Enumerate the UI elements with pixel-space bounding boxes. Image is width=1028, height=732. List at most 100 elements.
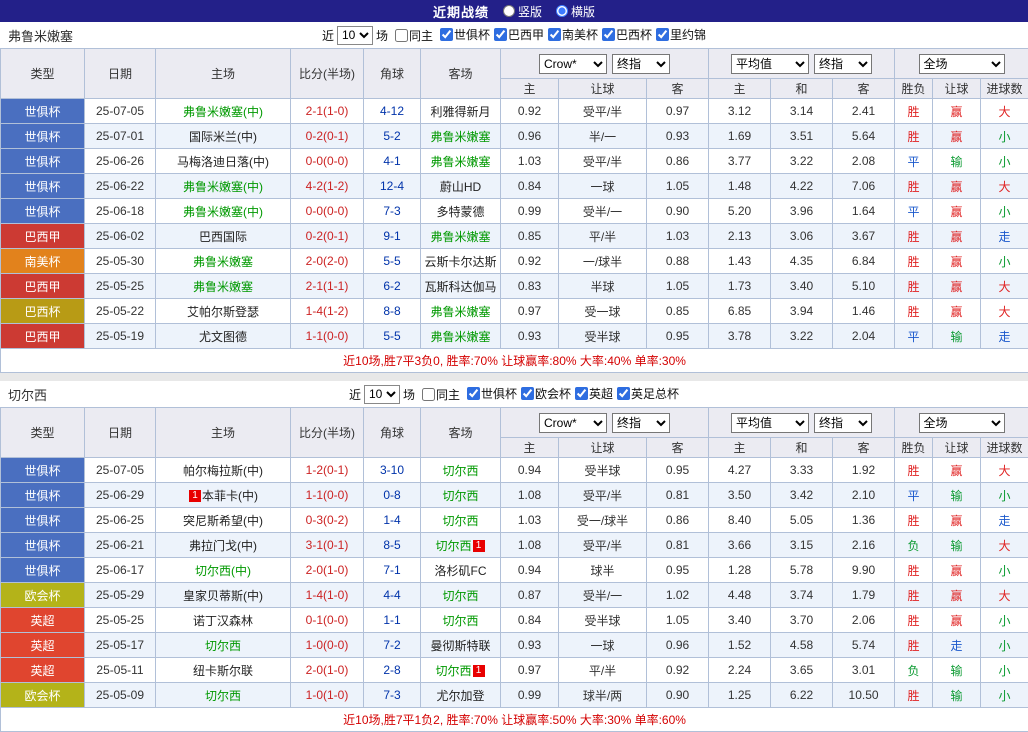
team-cell: 切尔西	[156, 683, 291, 708]
score: 2-0(1-0)	[291, 658, 364, 683]
odds-value: 0.92	[501, 249, 559, 274]
near-label: 近	[349, 386, 361, 403]
league-checkbox[interactable]	[494, 28, 507, 41]
odds-value: 2.41	[833, 99, 895, 124]
vertical-radio[interactable]	[503, 5, 515, 17]
odds-value: 1.36	[833, 508, 895, 533]
team-cell: 弗鲁米嫩塞	[421, 124, 501, 149]
handicap-result-flag: 输	[933, 533, 981, 558]
team-cell: 弗鲁米嫩塞(中)	[156, 199, 291, 224]
bookmaker-select[interactable]: Crow*	[539, 413, 607, 433]
league-filter-option[interactable]: 欧会杯	[517, 385, 571, 402]
team-label: 马梅洛迪日落(中)	[177, 155, 269, 169]
odds-value: 0.95	[647, 558, 709, 583]
team-label: 曼彻斯特联	[430, 639, 490, 653]
sub-euro-away: 客	[833, 79, 895, 99]
same-home-option[interactable]: 同主	[418, 386, 460, 403]
horizontal-radio-label: 横版	[571, 3, 595, 20]
sub-result: 胜负	[895, 438, 933, 458]
match-row: 巴西甲25-05-19尤文图德1-1(0-0)5-5弗鲁米嫩塞0.93受半球0.…	[1, 324, 1028, 349]
layout-horizontal-option[interactable]: 横版	[556, 3, 595, 20]
result-flag: 负	[895, 533, 933, 558]
league-checkbox[interactable]	[467, 387, 480, 400]
team-cell: 弗鲁米嫩塞	[421, 224, 501, 249]
final-odds-select[interactable]: 终指	[612, 54, 670, 74]
team-cell: 瓦斯科达伽马	[421, 274, 501, 299]
league-checkbox[interactable]	[602, 28, 615, 41]
handicap-result-flag: 赢	[933, 583, 981, 608]
fulltime-select[interactable]: 全场	[919, 413, 1005, 433]
final-odds-select-2[interactable]: 终指	[814, 54, 872, 74]
league-badge: 巴西杯	[1, 299, 85, 324]
league-checkbox[interactable]	[440, 28, 453, 41]
odds-value: 0.95	[647, 458, 709, 483]
league-filter-option[interactable]: 世俱杯	[436, 26, 490, 43]
league-badge: 巴西甲	[1, 274, 85, 299]
recent-count-select[interactable]: 10	[337, 26, 373, 45]
layout-vertical-option[interactable]: 竖版	[503, 3, 542, 20]
goals-result-flag: 大	[981, 458, 1028, 483]
corners: 12-4	[364, 174, 421, 199]
league-checkbox[interactable]	[575, 387, 588, 400]
horizontal-radio[interactable]	[556, 5, 568, 17]
odds-value: 1.02	[647, 583, 709, 608]
same-home-option[interactable]: 同主	[391, 27, 433, 44]
league-checkbox[interactable]	[656, 28, 669, 41]
odds-value: 0.99	[501, 683, 559, 708]
handicap-line: 受平/半	[559, 533, 647, 558]
team-cell: 云斯卡尔达斯	[421, 249, 501, 274]
fulltime-select[interactable]: 全场	[919, 54, 1005, 74]
result-flag: 胜	[895, 508, 933, 533]
final-odds-select[interactable]: 终指	[612, 413, 670, 433]
league-filter-option[interactable]: 巴西甲	[490, 26, 544, 43]
league-badge: 巴西甲	[1, 224, 85, 249]
league-filter-option[interactable]: 里约锦	[652, 26, 706, 43]
goals-result-flag: 大	[981, 299, 1028, 324]
red-card-badge: 1	[473, 665, 485, 677]
league-badge: 南美杯	[1, 249, 85, 274]
corners: 5-5	[364, 249, 421, 274]
team-label: 洛杉矶FC	[435, 564, 487, 578]
league-filter-option[interactable]: 英足总杯	[613, 385, 679, 402]
result-flag: 胜	[895, 683, 933, 708]
odds-value: 1.46	[833, 299, 895, 324]
average-select[interactable]: 平均值	[731, 413, 809, 433]
handicap-line: 受平/半	[559, 99, 647, 124]
match-row: 巴西杯25-05-22艾帕尔斯登瑟1-4(1-2)8-8弗鲁米嫩塞0.97受一球…	[1, 299, 1028, 324]
team-cell: 马梅洛迪日落(中)	[156, 149, 291, 174]
same-home-checkbox[interactable]	[395, 29, 408, 42]
league-checkbox[interactable]	[521, 387, 534, 400]
odds-value: 0.81	[647, 533, 709, 558]
team-label: 切尔西	[442, 614, 478, 628]
sub-home-odds: 主	[501, 79, 559, 99]
handicap-result-flag: 输	[933, 483, 981, 508]
league-filter-option[interactable]: 英超	[571, 385, 613, 402]
col-home: 主场	[156, 408, 291, 458]
match-date: 25-06-25	[85, 508, 156, 533]
league-filter-option[interactable]: 巴西杯	[598, 26, 652, 43]
recent-count-select[interactable]: 10	[364, 385, 400, 404]
team-label: 巴西国际	[199, 230, 247, 244]
league-filter-option[interactable]: 南美杯	[544, 26, 598, 43]
league-filter-option[interactable]: 世俱杯	[463, 385, 517, 402]
result-flag: 胜	[895, 583, 933, 608]
odds-value: 2.06	[833, 608, 895, 633]
league-checkbox[interactable]	[617, 387, 630, 400]
league-checkbox-label: 世俱杯	[454, 26, 490, 43]
same-home-checkbox[interactable]	[422, 388, 435, 401]
final-odds-select-2[interactable]: 终指	[814, 413, 872, 433]
sub-euro-draw: 和	[771, 79, 833, 99]
bookmaker-select[interactable]: Crow*	[539, 54, 607, 74]
league-checkbox[interactable]	[548, 28, 561, 41]
odds-value: 3.06	[771, 224, 833, 249]
match-row: 世俱杯25-06-22弗鲁米嫩塞(中)4-2(1-2)12-4蔚山HD0.84一…	[1, 174, 1028, 199]
odds-value: 3.40	[771, 274, 833, 299]
match-date: 25-05-22	[85, 299, 156, 324]
team-cell: 弗鲁米嫩塞(中)	[156, 99, 291, 124]
fulltime-group: 全场	[895, 408, 1028, 438]
match-row: 世俱杯25-06-18弗鲁米嫩塞(中)0-0(0-0)7-3多特蒙德0.99受半…	[1, 199, 1028, 224]
score: 2-0(2-0)	[291, 249, 364, 274]
average-select[interactable]: 平均值	[731, 54, 809, 74]
score: 1-2(0-1)	[291, 458, 364, 483]
team-cell: 切尔西	[421, 583, 501, 608]
